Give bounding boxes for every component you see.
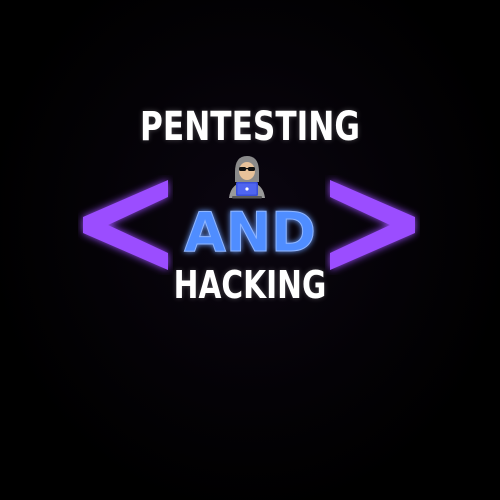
center-word: AND xyxy=(184,203,316,259)
center-word-graphic: AND xyxy=(184,203,317,259)
hacker-icon xyxy=(229,156,265,199)
greater-than-bracket-icon xyxy=(330,180,415,270)
less-than-bracket-icon xyxy=(83,180,168,270)
logo-title-bottom: HACKING xyxy=(173,263,327,307)
logo-canvas: PENTESTING AND HACKING xyxy=(0,0,500,500)
logo-title-top: PENTESTING xyxy=(140,104,360,150)
